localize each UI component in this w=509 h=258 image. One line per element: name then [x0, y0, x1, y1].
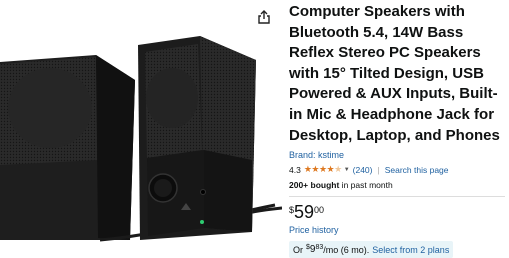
bought-bold: 200+ bought [289, 180, 340, 191]
brand-link[interactable]: Brand: kstime [289, 150, 505, 160]
price-history-link[interactable]: Price history [289, 225, 505, 235]
search-page-link[interactable]: Search this page [385, 165, 449, 175]
price-fraction: 00 [314, 205, 325, 216]
rating-row: 4.3 ★★★★★ ▼ (240) | Search this page [289, 164, 505, 175]
product-image[interactable] [0, 0, 283, 250]
price: $ 59 00 [289, 202, 505, 222]
monthly-fraction: 83 [315, 244, 324, 252]
review-count-link[interactable]: (240) [353, 165, 373, 175]
price-whole: 59 [294, 202, 315, 223]
bought-count: 200+ bought in past month [289, 180, 505, 190]
bought-suffix: in past month [339, 180, 393, 191]
share-icon[interactable] [257, 10, 271, 24]
star-rating-icon[interactable]: ★★★★★ [304, 164, 342, 175]
product-title: Computer Speakers with Bluetooth 5.4, 14… [289, 3, 500, 144]
speakers-image [0, 36, 283, 242]
separator: | [377, 164, 380, 175]
chevron-down-icon[interactable]: ▼ [344, 167, 350, 173]
divider [289, 196, 505, 198]
rating-value: 4.3 [289, 164, 301, 175]
product-details: Computer Speakers with Bluetooth 5.4, 14… [289, 2, 505, 258]
